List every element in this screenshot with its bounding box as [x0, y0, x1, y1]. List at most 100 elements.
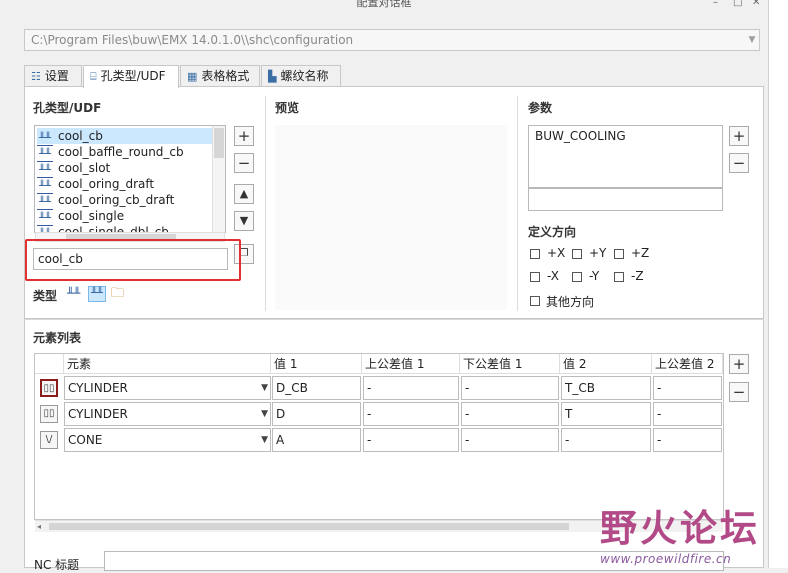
checkbox-other-direction[interactable] [530, 296, 540, 306]
checkbox-label: +X [547, 246, 566, 260]
column-header[interactable]: 上公差值 1 [362, 354, 460, 374]
value1-cell[interactable]: A [272, 428, 361, 452]
list-item[interactable]: ╨╨ cool_oring_cb_draft [37, 192, 213, 210]
config-path-combobox[interactable]: C:\Program Files\buw\EMX 14.0.1.0\\shc\c… [24, 29, 760, 51]
lower-tol1-cell[interactable]: - [461, 376, 559, 400]
folder-icon[interactable]: 🗀 [111, 286, 129, 302]
close-button[interactable]: ✕ [752, 0, 760, 8]
checkbox-minus-z[interactable] [614, 272, 624, 282]
highlight-frame [25, 239, 241, 281]
table-icon: ▦ [187, 69, 198, 83]
checkbox-label: +Y [589, 246, 607, 260]
preview-canvas [275, 125, 507, 310]
minimize-button[interactable]: – [713, 0, 718, 8]
tab-thread-name[interactable]: ▙ 螺纹名称 [261, 65, 341, 87]
checkbox-label: -X [547, 269, 559, 283]
scroll-thumb[interactable] [49, 523, 569, 530]
remove-hole-button[interactable]: − [234, 153, 254, 173]
config-path-value: C:\Program Files\buw\EMX 14.0.1.0\\shc\c… [31, 33, 354, 47]
hole-list-vscrollbar[interactable] [212, 126, 225, 233]
value1-cell[interactable]: D [272, 402, 361, 426]
divider [265, 96, 266, 311]
list-item[interactable]: ╨╨ cool_single [37, 208, 213, 226]
scroll-thumb[interactable] [214, 128, 224, 158]
checkbox-plus-z[interactable] [614, 249, 624, 259]
move-up-button[interactable]: ▲ [234, 184, 254, 204]
chevron-down-icon[interactable]: ▼ [261, 403, 268, 425]
watermark: 野火论坛 www.proewildfire.cn [600, 498, 772, 566]
list-item[interactable]: ╨╨ cool_baffle_round_cb [37, 144, 213, 162]
upper-tol1-cell[interactable]: - [363, 376, 459, 400]
element-combobox[interactable]: CYLINDER ▼ [64, 376, 271, 400]
column-header[interactable]: 下公差值 1 [460, 354, 560, 374]
element-combobox[interactable]: CONE ▼ [64, 428, 271, 452]
list-item[interactable]: ╨╨ cool_cb [37, 128, 213, 146]
column-header[interactable]: 上公差值 2 [652, 354, 723, 374]
udf-type-icon[interactable]: ╨╨ [88, 286, 106, 302]
scroll-left-icon[interactable]: ◂ [37, 522, 41, 531]
tab-bar: ☷ 设置 ⌸ 孔类型/UDF ▦ 表格格式 ▙ 螺纹名称 [24, 65, 764, 88]
list-item[interactable]: BUW_COOLING [535, 129, 716, 143]
checkbox-label: -Z [631, 269, 644, 283]
value2-cell[interactable]: - [561, 428, 651, 452]
remove-element-button[interactable]: − [729, 382, 749, 402]
watermark-url: www.proewildfire.cn [600, 552, 732, 566]
cylinder-icon[interactable]: ▯▯ [40, 405, 58, 423]
checkbox-minus-x[interactable] [530, 272, 540, 282]
value2-cell[interactable]: T_CB [561, 376, 651, 400]
window-title: 配置对话框 [356, 0, 412, 9]
column-header[interactable]: 元素 [64, 354, 271, 374]
tab-hole-udf[interactable]: ⌸ 孔类型/UDF [83, 65, 179, 88]
window-titlebar: 配置对话框 [0, 0, 768, 10]
add-element-button[interactable]: + [729, 354, 749, 374]
remove-param-button[interactable]: − [729, 153, 749, 173]
direction-title: 定义方向 [528, 225, 577, 239]
chevron-down-icon[interactable]: ▼ [745, 30, 759, 50]
upper-tol1-cell[interactable]: - [363, 402, 459, 426]
checkbox-plus-x[interactable] [530, 249, 540, 259]
chevron-down-icon[interactable]: ▼ [261, 377, 268, 399]
hole-section-title: 孔类型/UDF [33, 101, 102, 115]
column-header[interactable]: 值 2 [560, 354, 652, 374]
preview-title: 预览 [275, 101, 300, 115]
settings-icon: ☷ [31, 69, 41, 83]
value1-cell[interactable]: D_CB [272, 376, 361, 400]
upper-tol2-cell[interactable]: - [653, 428, 722, 452]
list-item[interactable]: ╨╨ cool_oring_draft [37, 176, 213, 194]
column-header[interactable]: 值 1 [271, 354, 362, 374]
list-item[interactable]: ╨╨ cool_slot [37, 160, 213, 178]
checkbox-label: 其他方向 [546, 295, 595, 309]
type-icon[interactable]: ╨╨ [67, 286, 85, 302]
checkbox-plus-y[interactable] [572, 249, 582, 259]
nc-title-label: NC 标题 [34, 558, 80, 572]
value2-cell[interactable]: T [561, 402, 651, 426]
watermark-text: 野火论坛 [600, 506, 760, 550]
tab-settings[interactable]: ☷ 设置 [24, 65, 82, 87]
upper-tol1-cell[interactable]: - [363, 428, 459, 452]
thread-icon: ▙ [268, 69, 277, 83]
column-header [35, 354, 64, 374]
divider [517, 96, 518, 311]
hole-type-list[interactable]: ╨╨ cool_cb ╨╨ cool_baffle_round_cb ╨╨ cool_… [34, 125, 226, 233]
element-table: 元素 值 1 上公差值 1 下公差值 1 值 2 上公差值 2 ▯▯ CYLIN… [34, 353, 724, 520]
add-hole-button[interactable]: + [234, 126, 254, 146]
lower-tol1-cell[interactable]: - [461, 428, 559, 452]
add-param-button[interactable]: + [729, 126, 749, 146]
chevron-down-icon[interactable]: ▼ [261, 429, 268, 451]
cylinder-icon[interactable]: ▯▯ [40, 379, 58, 397]
element-list-title: 元素列表 [33, 331, 82, 345]
params-title: 参数 [528, 101, 553, 115]
checkbox-minus-y[interactable] [572, 272, 582, 282]
param-input[interactable] [528, 188, 723, 211]
params-list[interactable]: BUW_COOLING [528, 125, 723, 188]
maximize-button[interactable]: □ [733, 0, 742, 8]
element-combobox[interactable]: CYLINDER ▼ [64, 402, 271, 426]
lower-tol1-cell[interactable]: - [461, 402, 559, 426]
upper-tol2-cell[interactable]: - [653, 402, 722, 426]
move-down-button[interactable]: ▼ [234, 211, 254, 231]
upper-tol2-cell[interactable]: - [653, 376, 722, 400]
tab-table-format[interactable]: ▦ 表格格式 [180, 65, 260, 87]
right-edge [768, 0, 788, 568]
cone-icon[interactable]: \/ [40, 431, 58, 449]
hole-icon: ⌸ [90, 69, 97, 83]
